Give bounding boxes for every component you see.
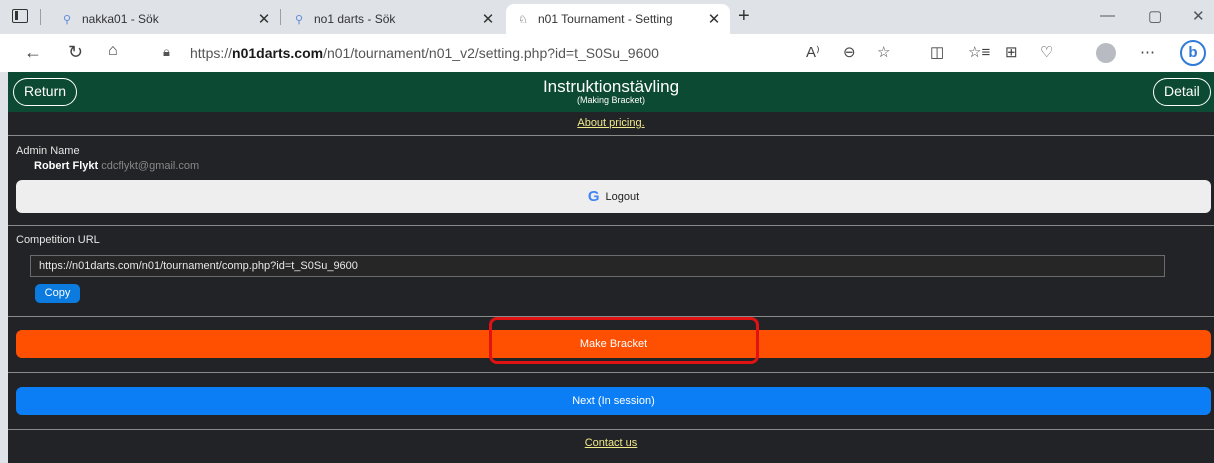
search-icon: ⚲ bbox=[294, 13, 304, 26]
divider bbox=[8, 372, 1214, 373]
window-close-icon[interactable]: ✕ bbox=[1192, 7, 1205, 25]
close-icon[interactable]: ✕ bbox=[254, 10, 274, 28]
competition-url-label: Competition URL bbox=[16, 234, 100, 246]
browser-toolbar: ← ↻ ⌂ 🔒︎ https://n01darts.com/n01/tourna… bbox=[0, 34, 1214, 72]
browser-tab-no1darts[interactable]: ⚲ no1 darts - Sök ✕ bbox=[282, 4, 504, 34]
zoom-out-icon[interactable]: ⊖ bbox=[843, 43, 856, 61]
about-pricing-link[interactable]: About pricing. bbox=[8, 117, 1214, 129]
admin-name: Robert Flykt bbox=[34, 160, 99, 172]
tab-actions-icon[interactable] bbox=[12, 9, 28, 23]
competition-url-field[interactable]: https://n01darts.com/n01/tournament/comp… bbox=[30, 255, 1165, 277]
tab-title: n01 Tournament - Setting bbox=[538, 12, 673, 26]
copilot-icon[interactable]: b bbox=[1180, 40, 1206, 66]
more-options-icon[interactable]: ⋯ bbox=[1140, 43, 1155, 61]
home-icon[interactable]: ⌂ bbox=[108, 42, 118, 60]
maximize-icon[interactable]: ▢ bbox=[1148, 7, 1162, 25]
admin-name-label: Admin Name bbox=[16, 145, 80, 157]
url-scheme: https:// bbox=[190, 45, 233, 61]
page-header: Return Instruktionstävling (Making Brack… bbox=[8, 72, 1214, 112]
refresh-icon[interactable]: ↻ bbox=[68, 42, 83, 63]
url-domain: n01darts.com bbox=[232, 45, 324, 61]
admin-email: cdcflykt@gmail.com bbox=[101, 160, 200, 172]
google-icon: G bbox=[587, 188, 600, 205]
divider bbox=[8, 429, 1214, 430]
divider bbox=[8, 225, 1214, 226]
lock-icon[interactable]: 🔒︎ bbox=[163, 44, 170, 60]
search-icon: ⚲ bbox=[62, 13, 72, 26]
minimize-icon[interactable]: — bbox=[1100, 7, 1115, 24]
collections-icon[interactable]: ⊞ bbox=[1005, 43, 1018, 61]
divider bbox=[8, 135, 1214, 136]
tab-separator bbox=[280, 9, 281, 25]
url-path: /n01/tournament/n01_v2/setting.php?id=t_… bbox=[323, 45, 659, 61]
tournament-bracket-icon: ♘ bbox=[518, 13, 528, 26]
logout-button[interactable]: G Logout bbox=[16, 180, 1211, 213]
contact-us-link[interactable]: Contact us bbox=[8, 437, 1214, 449]
red-highlight-box bbox=[489, 317, 759, 364]
favorites-list-icon[interactable]: ☆≡ bbox=[968, 43, 990, 61]
copy-button[interactable]: Copy bbox=[35, 284, 80, 303]
tab-strip: ⚲ nakka01 - Sök ✕ ⚲ no1 darts - Sök ✕ ♘ … bbox=[0, 0, 1214, 34]
page-subtitle: (Making Bracket) bbox=[576, 95, 646, 105]
browser-tab-n01-tournament[interactable]: ♘ n01 Tournament - Setting ✕ bbox=[506, 4, 730, 34]
profile-avatar[interactable] bbox=[1096, 43, 1116, 63]
logout-label: Logout bbox=[605, 190, 640, 203]
page-title: Instruktionstävling bbox=[542, 77, 680, 96]
read-aloud-icon[interactable]: A⁾ bbox=[806, 43, 820, 61]
tournament-settings-page: Return Instruktionstävling (Making Brack… bbox=[8, 72, 1214, 463]
new-tab-icon[interactable]: + bbox=[738, 5, 750, 28]
browser-tab-nakka[interactable]: ⚲ nakka01 - Sök ✕ bbox=[50, 4, 280, 34]
detail-button[interactable]: Detail bbox=[1153, 78, 1211, 106]
tab-title: no1 darts - Sök bbox=[314, 12, 396, 26]
split-screen-icon[interactable]: ◫ bbox=[930, 43, 944, 61]
browser-essentials-icon[interactable]: ♡ bbox=[1040, 43, 1053, 61]
close-icon[interactable]: ✕ bbox=[478, 10, 498, 28]
url-text[interactable]: https://n01darts.com/n01/tournament/n01_… bbox=[190, 45, 659, 61]
next-in-session-button[interactable]: Next (In session) bbox=[16, 387, 1211, 415]
tab-separator bbox=[40, 9, 41, 25]
admin-info: Robert Flykt cdcflykt@gmail.com bbox=[34, 160, 199, 172]
tab-title: nakka01 - Sök bbox=[82, 12, 159, 26]
address-bar[interactable]: 🔒︎ https://n01darts.com/n01/tournament/n… bbox=[150, 39, 890, 67]
close-icon[interactable]: ✕ bbox=[704, 10, 724, 28]
back-icon[interactable]: ← bbox=[24, 42, 42, 63]
favorite-star-icon[interactable]: ☆ bbox=[877, 43, 890, 61]
